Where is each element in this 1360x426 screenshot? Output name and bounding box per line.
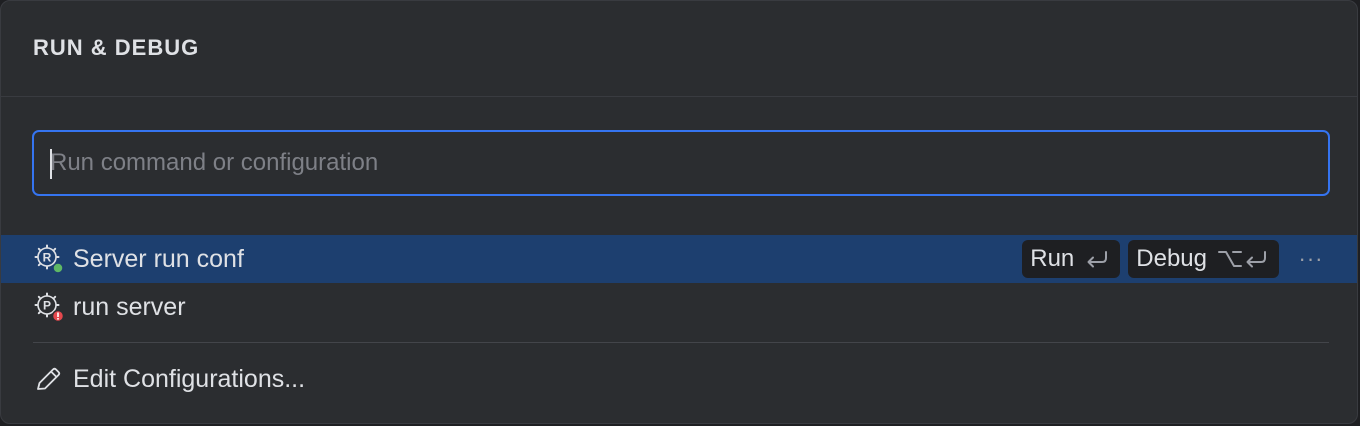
config-item-server-run-conf[interactable]: R Server run conf Run Debug ··· [1, 235, 1357, 283]
python-run-config-icon: P [33, 291, 65, 323]
enter-key-icon [1084, 248, 1110, 270]
config-item-label: run server [73, 292, 186, 321]
row-actions: Run Debug ··· [1022, 240, 1331, 278]
config-item-label: Server run conf [73, 244, 244, 273]
rust-run-config-icon: R [33, 243, 65, 275]
divider [33, 342, 1329, 343]
more-actions-icon[interactable]: ··· [1291, 240, 1331, 278]
svg-text:P: P [43, 299, 51, 313]
search-input[interactable] [50, 132, 1328, 194]
option-enter-shortcut-icon [1217, 248, 1269, 270]
debug-button[interactable]: Debug [1128, 240, 1279, 278]
config-item-run-server[interactable]: P run server [1, 283, 1357, 331]
search-field[interactable] [32, 130, 1330, 196]
debug-label: Debug [1136, 245, 1207, 272]
text-caret [50, 149, 52, 179]
popup-header: RUN & DEBUG [1, 1, 1357, 97]
run-debug-popup: RUN & DEBUG Run command or configuration… [0, 0, 1358, 424]
pencil-icon [33, 363, 65, 395]
popup-title: RUN & DEBUG [33, 34, 200, 60]
run-button[interactable]: Run [1022, 240, 1121, 278]
edit-configurations-label: Edit Configurations... [73, 364, 306, 393]
svg-text:R: R [43, 251, 52, 265]
edit-configurations-item[interactable]: Edit Configurations... [1, 355, 1357, 403]
run-label: Run [1030, 245, 1075, 272]
